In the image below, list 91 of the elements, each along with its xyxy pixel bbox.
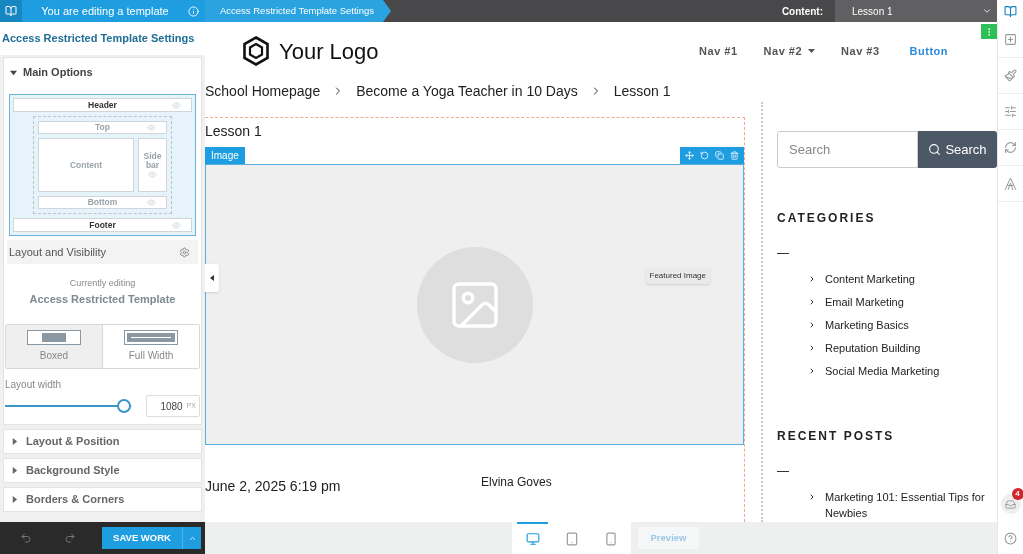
sliders-icon[interactable] [1004,105,1017,118]
field-label: Layout width [4,378,63,392]
chevron-icon [808,275,816,283]
content-label: Content: [781,4,823,19]
content-select[interactable]: Lesson 1 [835,0,997,22]
eye-icon[interactable] [147,123,156,132]
triangle-icon [11,438,18,445]
triangle-icon [11,496,18,503]
triangle-icon [10,68,17,76]
breadcrumb-link[interactable]: Become a Yoga Teacher in 10 Days [356,80,578,102]
save-options-button[interactable] [182,527,201,549]
select-value: Lesson 1 [852,4,893,19]
post-author: Elvina Goves [481,474,552,491]
logo-text[interactable]: Your Logo [279,34,379,68]
accordion-header[interactable]: Borders & Corners [3,487,202,512]
add-icon[interactable] [1004,33,1017,46]
image-placeholder[interactable]: Featured Image [205,164,744,445]
desktop-icon [525,532,540,546]
sidebar-link[interactable]: Content Marketing [825,271,915,287]
accordion-header[interactable]: Layout & Position [3,429,202,454]
breadcrumb-link[interactable]: School Homepage [205,80,321,102]
accordion-header[interactable]: Background Style [3,458,202,483]
tooltip: Featured Image [645,268,710,284]
sidebar-link[interactable]: Reputation Building [825,340,921,356]
breadcrumb-link[interactable]: Lesson 1 [613,80,671,102]
eye-icon[interactable] [148,169,157,179]
trash-icon[interactable] [730,151,739,160]
more-button[interactable] [981,24,997,39]
sidebar-link[interactable]: Marketing Basics [825,317,909,333]
template-name: Access Restricted Template [29,291,176,307]
lesson-title: Lesson 1 [205,122,263,141]
tablet-icon [564,532,579,546]
chevron-icon [808,321,816,329]
accordion-header[interactable]: Main Options [4,58,201,86]
chevron-icon [808,493,816,501]
slider-thumb[interactable] [117,399,132,413]
sidebar-link[interactable]: Marketing 101: Essential Tips for Newbies [825,489,997,521]
collapse-handle[interactable] [205,264,219,292]
caret-icon [210,275,214,281]
eye-icon[interactable] [147,198,156,207]
info-icon[interactable] [188,5,199,17]
hexagon-logo-icon [243,36,269,66]
search-icon [928,143,942,156]
sidebar-link[interactable]: Social Media Marketing [825,363,940,379]
chevron-icon [808,367,816,375]
input-value: 1080 [160,399,183,414]
copy-icon[interactable] [715,151,724,160]
eye-icon[interactable] [172,220,181,230]
search-field[interactable]: Search [777,131,918,168]
settings-icon[interactable] [179,246,190,258]
help-icon[interactable] [1004,531,1017,545]
undo-icon[interactable] [700,151,709,160]
brush-icon[interactable] [1004,69,1017,82]
boxed-layout-icon [27,330,81,345]
panel-title: Access Restricted Template Settings [0,22,205,55]
title-underline [777,253,789,254]
nav-button[interactable]: Button [909,42,948,60]
chevron-down-icon [982,6,992,16]
mobile-icon [603,532,618,546]
chevron-icon [808,344,816,352]
refresh-icon[interactable] [1004,141,1017,154]
move-icon[interactable] [685,151,694,160]
full-width-layout-icon [124,330,178,345]
letter-shape-icon[interactable] [1004,176,1017,191]
sidebar-label: Side bar [142,151,163,170]
sidebar-link[interactable]: Email Marketing [825,294,904,310]
row-label: Layout and Visibility [9,244,107,260]
widget-title: RECENT POSTS [777,428,896,445]
redo-icon[interactable] [64,532,76,544]
layout-area[interactable]: Header [13,98,192,112]
widget-title: CATEGORIES [777,210,877,227]
post-date: June 2, 2025 6:19 pm [205,477,342,496]
caret-icon [808,49,816,53]
book-icon[interactable] [1003,4,1017,18]
layout-visibility-row[interactable]: Layout and Visibility [7,240,198,264]
nav-link[interactable]: Nav #1 [699,42,738,60]
eye-icon[interactable] [172,100,181,110]
caption: Currently editing [69,277,136,290]
notification-badge: 4 [1011,488,1023,500]
layout-type-option[interactable]: Full Width [102,325,199,368]
nav-link[interactable]: Nav #2 [763,42,816,60]
title-underline [777,471,789,472]
layout-area[interactable]: Footer [13,218,192,232]
editor-notice: You are editing a template [40,3,170,19]
chevron-icon [808,298,816,306]
search-button[interactable]: Search [918,131,997,168]
nav-link[interactable]: Nav #3 [841,42,880,60]
undo-icon[interactable] [20,532,32,544]
slider-track[interactable] [5,399,132,413]
triangle-icon [11,467,18,474]
inbox-icon[interactable] [1005,498,1016,510]
